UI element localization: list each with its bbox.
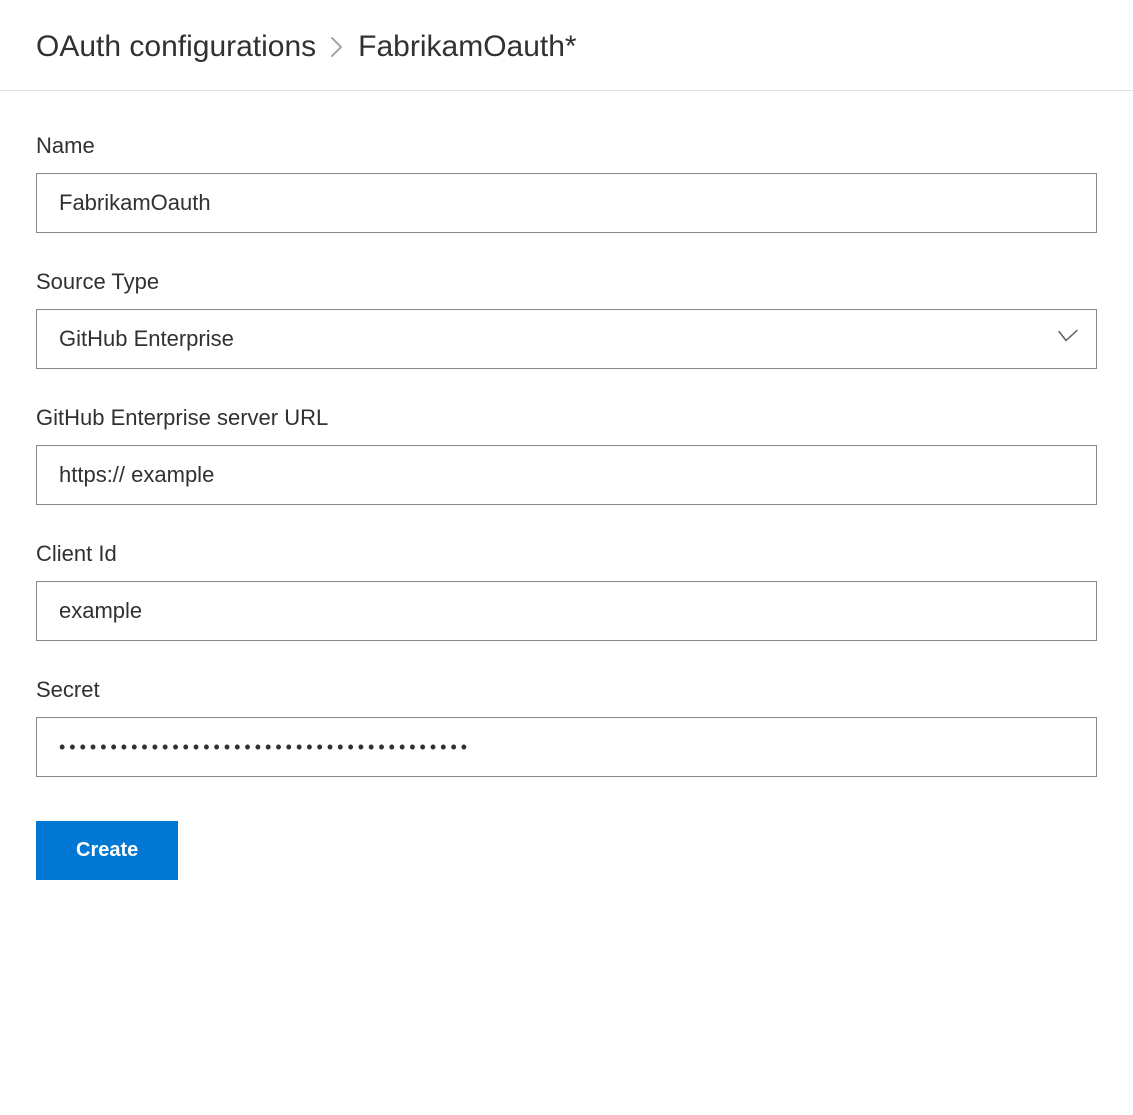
create-button[interactable]: Create <box>36 821 178 880</box>
source-type-select-wrapper <box>36 309 1097 369</box>
divider <box>0 90 1133 91</box>
name-input[interactable] <box>36 173 1097 233</box>
secret-label: Secret <box>36 677 1097 703</box>
breadcrumb-current: FabrikamOauth* <box>358 30 576 64</box>
name-label: Name <box>36 133 1097 159</box>
breadcrumb: OAuth configurations FabrikamOauth* <box>36 30 1097 64</box>
source-type-label: Source Type <box>36 269 1097 295</box>
server-url-field: GitHub Enterprise server URL <box>36 405 1097 505</box>
server-url-label: GitHub Enterprise server URL <box>36 405 1097 431</box>
client-id-label: Client Id <box>36 541 1097 567</box>
breadcrumb-parent-link[interactable]: OAuth configurations <box>36 30 316 64</box>
secret-input[interactable] <box>36 717 1097 777</box>
secret-field: Secret <box>36 677 1097 777</box>
server-url-input[interactable] <box>36 445 1097 505</box>
client-id-field: Client Id <box>36 541 1097 641</box>
source-type-field: Source Type <box>36 269 1097 369</box>
chevron-right-icon <box>330 36 344 58</box>
name-field: Name <box>36 133 1097 233</box>
client-id-input[interactable] <box>36 581 1097 641</box>
source-type-select[interactable] <box>36 309 1097 369</box>
